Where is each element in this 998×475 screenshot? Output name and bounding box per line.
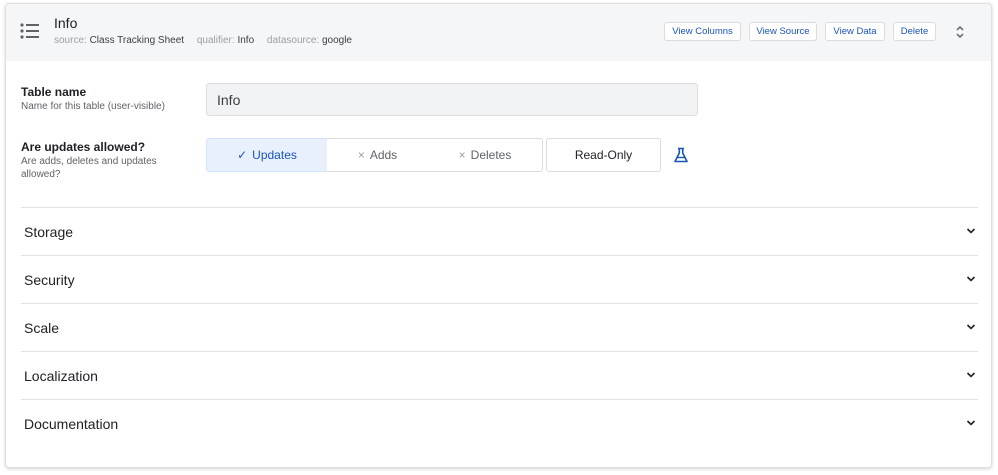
list-icon [20, 23, 39, 39]
section-storage[interactable]: Storage [21, 207, 978, 255]
updates-description: Are adds, deletes and updates allowed? [21, 156, 157, 180]
adds-option[interactable]: × Adds [327, 138, 429, 172]
deletes-option[interactable]: × Deletes [428, 138, 543, 172]
view-data-button[interactable]: View Data [825, 22, 885, 41]
section-storage-label: Storage [24, 223, 74, 240]
read-only-option[interactable]: Read-Only [546, 138, 661, 172]
datasource-value: google [321, 35, 352, 46]
table-title: Info [54, 15, 78, 31]
section-localization[interactable]: Localization [21, 351, 978, 399]
flask-icon[interactable] [673, 147, 689, 163]
section-scale[interactable]: Scale [21, 303, 978, 351]
chevron-down-icon [966, 420, 976, 426]
view-source-button[interactable]: View Source [749, 22, 817, 41]
updates-title: Are updates allowed? [21, 140, 146, 154]
section-documentation-label: Documentation [24, 415, 119, 432]
check-icon: ✓ [237, 148, 248, 162]
section-security[interactable]: Security [21, 255, 978, 303]
table-meta: source: Class Tracking Sheet qualifier: … [54, 35, 362, 46]
source-label: source: [54, 35, 87, 46]
section-scale-label: Scale [24, 319, 60, 336]
chevron-down-icon [966, 324, 976, 330]
sort-icon[interactable] [954, 24, 966, 40]
qualifier-value: Info [237, 35, 255, 46]
updates-option[interactable]: ✓ Updates [206, 138, 328, 172]
table-name-description: Name for this table (user-visible) [21, 101, 165, 112]
section-documentation[interactable]: Documentation [21, 399, 978, 447]
adds-option-label: Adds [369, 148, 398, 162]
table-name-title: Table name [21, 85, 87, 99]
delete-button[interactable]: Delete [893, 22, 936, 41]
close-icon: × [458, 148, 466, 162]
section-localization-label: Localization [24, 367, 98, 384]
source-value: Class Tracking Sheet [89, 35, 185, 46]
deletes-option-label: Deletes [470, 148, 512, 162]
chevron-down-icon [966, 228, 976, 234]
close-icon: × [357, 148, 365, 162]
chevron-down-icon [966, 372, 976, 378]
qualifier-label: qualifier: [196, 35, 235, 46]
updates-option-label: Updates [252, 148, 297, 162]
read-only-option-label: Read-Only [574, 148, 633, 162]
section-security-label: Security [24, 271, 75, 288]
table-name-input[interactable]: Info [206, 83, 698, 116]
table-settings-card: Info source: Class Tracking Sheet qualif… [5, 3, 992, 468]
datasource-label: datasource: [266, 35, 320, 46]
table-header: Info source: Class Tracking Sheet qualif… [6, 4, 991, 61]
view-columns-button[interactable]: View Columns [664, 22, 741, 41]
chevron-down-icon [966, 276, 976, 282]
